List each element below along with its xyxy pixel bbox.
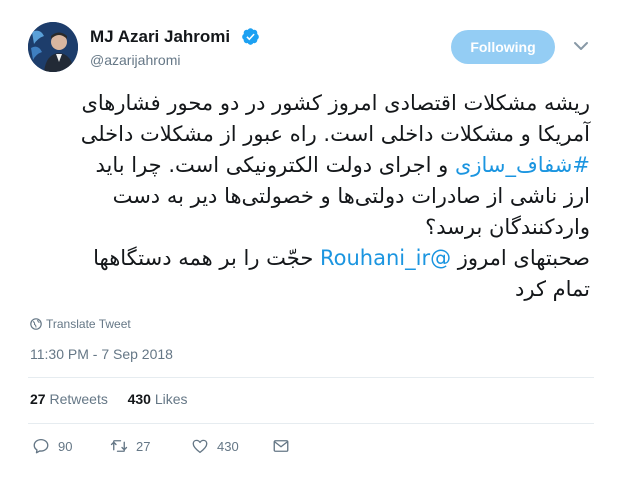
like-button[interactable]: 430 — [191, 437, 239, 455]
divider — [28, 423, 594, 424]
tweet-timestamp[interactable]: 11:30 PM - 7 Sep 2018 — [30, 346, 173, 362]
user-handle[interactable]: @azarijahromi — [90, 52, 180, 68]
like-count: 430 — [217, 438, 239, 454]
retweets-label[interactable]: Retweets — [49, 391, 107, 407]
message-icon — [273, 440, 289, 452]
tweet-line-text: حجّت را بر همه دستگاهها — [93, 246, 314, 270]
avatar[interactable] — [28, 22, 78, 72]
user-name[interactable]: MJ Azari Jahromi — [90, 27, 230, 47]
tweet-line-text: و اجرای دولت الکترونیکی است. چرا باید — [95, 153, 449, 177]
hashtag-link[interactable]: #شفاف_سازی — [455, 153, 590, 177]
heart-icon — [192, 439, 208, 454]
tweet-line-text: صحبتهای امروز — [457, 246, 590, 270]
mention-link[interactable]: @Rouhani_ir — [320, 246, 451, 270]
divider — [28, 377, 594, 378]
translate-tweet-label: Translate Tweet — [46, 317, 131, 331]
retweet-icon — [110, 440, 128, 452]
chevron-down-icon[interactable] — [573, 40, 589, 52]
tweet-text: ریشه مشکلات اقتصادی امروز کشور در دو محو… — [24, 88, 590, 305]
tweet-line: واردکنندگان برسد؟ — [425, 215, 590, 239]
retweets-count[interactable]: 27 — [30, 391, 46, 407]
likes-label[interactable]: Likes — [155, 391, 188, 407]
following-button[interactable]: Following — [451, 30, 555, 64]
direct-message-button[interactable] — [272, 437, 298, 455]
tweet-stats: 27 Retweets 430 Likes — [30, 391, 188, 407]
reply-count: 90 — [58, 438, 73, 454]
translate-tweet-link[interactable]: Translate Tweet — [30, 317, 131, 331]
tweet-line: #شفاف_سازی و اجرای دولت الکترونیکی است. … — [24, 150, 590, 181]
likes-count[interactable]: 430 — [128, 391, 151, 407]
retweet-button[interactable]: 27 — [110, 437, 150, 455]
tweet-card: MJ Azari Jahromi @azarijahromi Following… — [0, 0, 622, 495]
reply-icon — [33, 438, 49, 454]
globe-icon — [30, 318, 42, 330]
reply-button[interactable]: 90 — [32, 437, 72, 455]
verified-badge-icon — [242, 28, 259, 45]
retweet-count: 27 — [136, 438, 151, 454]
tweet-line: ریشه مشکلات اقتصادی امروز کشور در دو محو… — [81, 91, 590, 115]
tweet-line: آمریکا و مشکلات داخلی است. راه عبور از م… — [80, 122, 590, 146]
tweet-line: صحبتهای امروز @Rouhani_ir حجّت را بر همه… — [24, 243, 590, 274]
tweet-line: تمام کرد — [515, 277, 590, 301]
tweet-line: ارز ناشی از صادرات دولتی‌ها و خصولتی‌ها … — [112, 184, 590, 208]
